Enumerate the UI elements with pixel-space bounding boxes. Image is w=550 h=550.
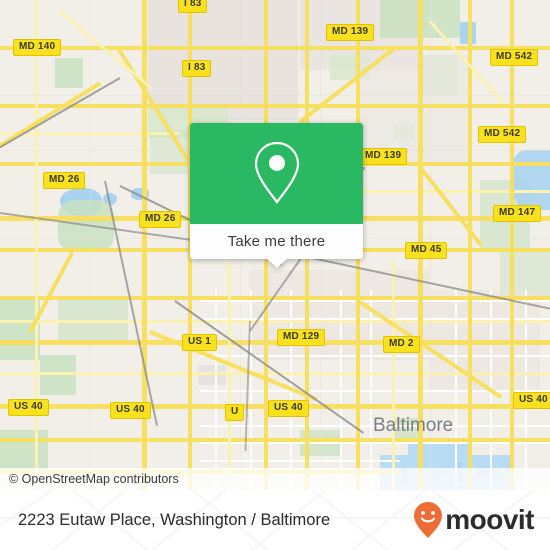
- route-shield: US 40: [110, 402, 151, 419]
- card-pointer-tail: [265, 258, 288, 268]
- attribution-bar[interactable]: © OpenStreetMap contributors: [0, 468, 550, 490]
- location-callout-card[interactable]: Take me there: [190, 123, 363, 268]
- route-shield: US 40: [268, 400, 309, 417]
- map-pin-icon: [254, 141, 299, 204]
- route-shield: I 83: [178, 0, 208, 13]
- route-shield: MD 139: [359, 148, 408, 165]
- card-icon-area: [190, 123, 363, 224]
- route-shield: US 40: [513, 392, 550, 409]
- footer-content: 2223 Eutaw Place, Washington / Baltimore…: [0, 490, 550, 550]
- route-shield: MD 140: [13, 39, 62, 56]
- moovit-logo[interactable]: moovit: [413, 501, 534, 539]
- moovit-smiley-pin-icon: [414, 502, 443, 538]
- city-label: Baltimore: [373, 415, 454, 436]
- route-shield: MD 542: [478, 126, 527, 143]
- route-shield: MD 26: [139, 211, 182, 228]
- take-me-there-button[interactable]: Take me there: [190, 224, 363, 259]
- route-shield: MD 139: [326, 24, 375, 41]
- footer-bar: 2223 Eutaw Place, Washington / Baltimore…: [0, 490, 550, 550]
- route-shield: MD 147: [493, 205, 542, 222]
- route-shield: MD 129: [277, 329, 326, 346]
- route-shield: US 40: [8, 399, 49, 416]
- route-shield: MD 26: [43, 172, 86, 189]
- route-shield: MD 45: [405, 242, 448, 259]
- address-label: 2223 Eutaw Place, Washington / Baltimore: [18, 510, 331, 529]
- moovit-wordmark: moovit: [445, 504, 534, 535]
- route-shield: U: [225, 404, 245, 421]
- take-me-there-label: Take me there: [227, 233, 326, 250]
- route-shield: MD 542: [490, 49, 539, 66]
- map-screenshot: MD 140 I 83 MD 139 MD 542 I 83 MD 542 MD 139 MD…: [0, 0, 550, 550]
- route-shield: I 83: [182, 60, 212, 77]
- attribution-text: © OpenStreetMap contributors: [9, 472, 179, 486]
- route-shield: MD 2: [383, 336, 420, 353]
- route-shield: US 1: [182, 334, 218, 351]
